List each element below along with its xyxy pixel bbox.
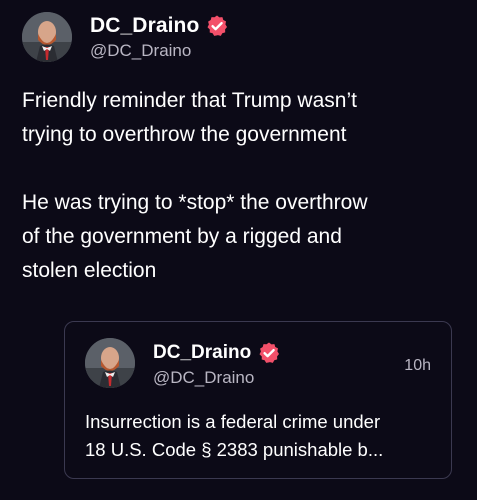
quoted-post-line: Insurrection is a federal crime under (85, 411, 381, 432)
quoted-post-line: 18 U.S. Code § 2383 punishable b... (85, 439, 384, 460)
quoted-author-info: DC_Draino @DC_Draino (153, 341, 281, 388)
author-info: DC_Draino @DC_Draino (90, 14, 229, 61)
post-line: stolen election (22, 259, 157, 282)
author-handle[interactable]: @DC_Draino (90, 41, 229, 61)
quoted-author-handle[interactable]: @DC_Draino (153, 368, 281, 388)
avatar[interactable] (22, 12, 72, 62)
post-line: of the government by a rigged and (22, 225, 342, 248)
quoted-post-card[interactable]: DC_Draino @DC_Draino 10h Insurrection is… (64, 321, 452, 479)
author-name-row: DC_Draino (90, 14, 229, 38)
post-paragraph: He was trying to *stop* the overthrow of… (22, 186, 462, 288)
author-display-name[interactable]: DC_Draino (90, 14, 199, 38)
quoted-post-text: Insurrection is a federal crime under 18… (85, 408, 435, 464)
verified-badge-icon (257, 341, 281, 365)
quoted-author-display-name[interactable]: DC_Draino (153, 342, 251, 364)
quoted-avatar-image (85, 338, 135, 388)
post-header: DC_Draino @DC_Draino (22, 12, 229, 62)
post-line: trying to overthrow the government (22, 123, 347, 146)
avatar-image (22, 12, 72, 62)
quoted-author-name-row: DC_Draino (153, 341, 281, 365)
post-line: Friendly reminder that Trump wasn’t (22, 89, 357, 112)
post-text: Friendly reminder that Trump wasn’t tryi… (22, 84, 462, 288)
quoted-avatar[interactable] (85, 338, 135, 388)
post-paragraph: Friendly reminder that Trump wasn’t tryi… (22, 84, 462, 152)
verified-badge-icon (205, 14, 229, 38)
post: DC_Draino @DC_Draino Friendly reminder t… (0, 0, 477, 500)
quoted-post-timestamp[interactable]: 10h (404, 357, 431, 375)
post-line: He was trying to *stop* the overthrow (22, 191, 368, 214)
